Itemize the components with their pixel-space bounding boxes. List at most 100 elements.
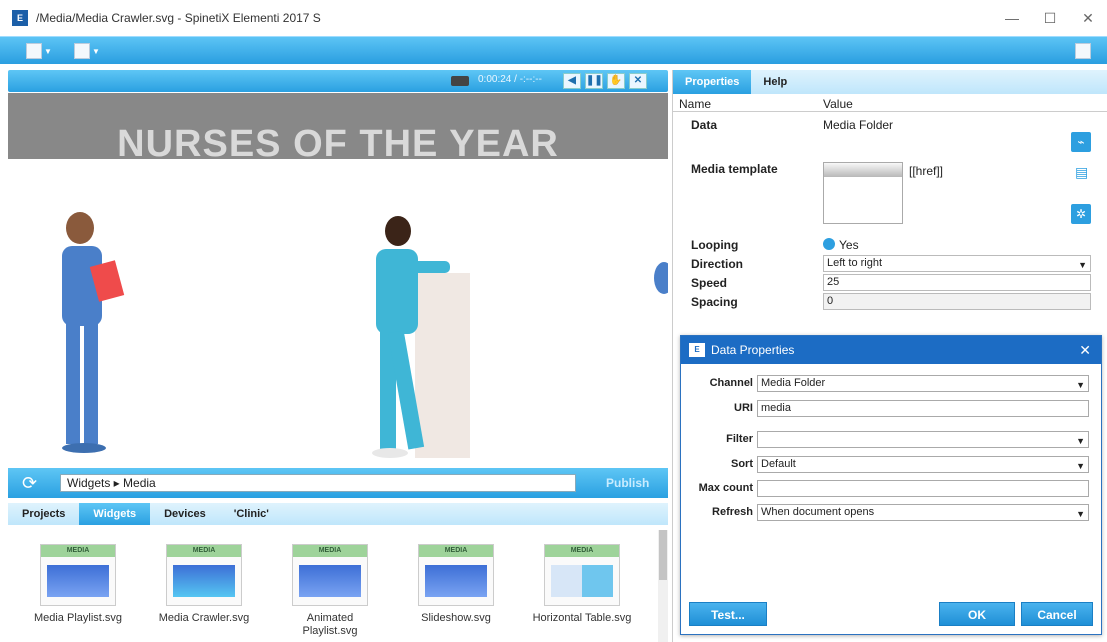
widget-scrollbar[interactable]: [658, 530, 668, 642]
sort-value: Default: [761, 458, 796, 470]
title-bar: E /Media/Media Crawler.svg - SpinetiX El…: [0, 0, 1107, 36]
tab-properties[interactable]: Properties: [673, 70, 752, 94]
looping-value: Yes: [839, 238, 859, 252]
filter-label: Filter: [726, 433, 753, 445]
volume-icon[interactable]: ◀: [563, 73, 581, 89]
media-badge: MEDIA: [41, 545, 115, 557]
document-icon: [1075, 43, 1091, 59]
widget-label: Horizontal Table.svg: [532, 612, 632, 624]
widget-thumbnail: MEDIA: [40, 544, 116, 606]
close-preview-icon[interactable]: ✕: [629, 73, 647, 89]
ok-button[interactable]: OK: [939, 602, 1015, 626]
template-value: [[href]]: [909, 164, 944, 178]
maxcount-input[interactable]: [757, 480, 1089, 497]
clipboard-icon[interactable]: ▤: [1075, 164, 1088, 180]
playback-time: 0:00:24 / -:--:--: [478, 74, 542, 85]
close-icon[interactable]: ✕: [1078, 8, 1098, 28]
test-button[interactable]: Test...: [689, 602, 767, 626]
uri-label: URI: [734, 402, 753, 414]
dialog-title-bar: E Data Properties: [681, 336, 1101, 364]
template-preview[interactable]: [823, 162, 903, 224]
pause-icon[interactable]: ❚❚: [585, 73, 603, 89]
widget-label: Animated Playlist.svg: [302, 612, 358, 637]
data-value: Media Folder: [823, 118, 894, 132]
menu-button[interactable]: ▼: [26, 40, 52, 62]
refresh-select[interactable]: When document opens ▼: [757, 504, 1089, 521]
preview-banner: NURSES OF THE YEAR: [8, 93, 668, 159]
direction-value: Left to right: [827, 257, 883, 269]
record-indicator-icon: [451, 76, 469, 86]
tab-help[interactable]: Help: [751, 70, 799, 94]
widget-label: Media Crawler.svg: [158, 612, 250, 624]
dialog-footer: Test... OK Cancel: [681, 598, 1101, 634]
cancel-button[interactable]: Cancel: [1021, 602, 1093, 626]
refresh-value: When document opens: [761, 506, 875, 518]
widget-thumbnail: MEDIA: [544, 544, 620, 606]
uri-input[interactable]: media: [757, 400, 1089, 417]
tab-clinic[interactable]: 'Clinic': [220, 503, 283, 525]
gear-icon[interactable]: ✲: [1071, 204, 1091, 224]
maxcount-label: Max count: [698, 482, 753, 494]
widget-item[interactable]: MEDIA Animated Playlist.svg: [270, 544, 390, 638]
speed-label: Speed: [691, 276, 728, 290]
sort-select[interactable]: Default ▼: [757, 456, 1089, 473]
preview-controls: 0:00:24 / -:--:-- ◀ ❚❚ ✋ ✕: [8, 70, 668, 92]
widget-item[interactable]: MEDIA Horizontal Table.svg: [522, 544, 642, 625]
looping-label: Looping: [691, 238, 739, 252]
path-input[interactable]: Widgets ▸ Media: [60, 474, 576, 492]
widget-item[interactable]: MEDIA Media Crawler.svg: [144, 544, 264, 625]
media-badge: MEDIA: [167, 545, 241, 557]
refresh-label: Refresh: [712, 506, 753, 518]
navigation-bar: ⟳ Widgets ▸ Media Publish: [8, 468, 668, 498]
nurse-center-image: [372, 216, 470, 458]
hand-tool-icon[interactable]: ✋: [607, 73, 625, 89]
refresh-icon[interactable]: ⟳: [22, 473, 44, 493]
spacing-field[interactable]: 0: [823, 293, 1091, 310]
publish-button[interactable]: Publish: [606, 476, 649, 490]
widget-thumbnail: MEDIA: [292, 544, 368, 606]
tab-projects[interactable]: Projects: [8, 503, 79, 525]
sort-label: Sort: [731, 458, 753, 470]
looping-radio-icon[interactable]: [823, 238, 835, 250]
chevron-down-icon: ▼: [1076, 380, 1085, 390]
scrollbar-thumb[interactable]: [659, 530, 667, 580]
spacing-label: Spacing: [691, 295, 738, 309]
widget-item[interactable]: MEDIA Slideshow.svg: [396, 544, 516, 625]
widget-list: MEDIA Media Playlist.svg MEDIA Media Cra…: [8, 530, 658, 642]
partial-figure-image: [654, 262, 668, 294]
document-settings-button[interactable]: [1075, 40, 1091, 62]
channel-select[interactable]: Media Folder ▼: [757, 375, 1089, 392]
library-tabs: Projects Widgets Devices 'Clinic': [8, 503, 668, 525]
data-properties-dialog: E Data Properties ✕ Channel Media Folder…: [680, 335, 1102, 635]
rss-icon[interactable]: ⌁: [1071, 132, 1091, 152]
speed-field[interactable]: 25: [823, 274, 1091, 291]
direction-select[interactable]: Left to right ▼: [823, 255, 1091, 272]
chevron-down-icon: ▼: [1076, 461, 1085, 471]
widget-label: Slideshow.svg: [421, 612, 491, 624]
widget-thumbnail: MEDIA: [166, 544, 242, 606]
window-title: /Media/Media Crawler.svg - SpinetiX Elem…: [36, 11, 321, 25]
template-label: Media template: [691, 162, 778, 176]
app-icon: E: [689, 343, 705, 357]
app-icon: E: [12, 10, 28, 26]
media-badge: MEDIA: [293, 545, 367, 557]
preview-canvas[interactable]: NURSES OF THE YEAR: [8, 93, 668, 466]
chevron-down-icon: ▼: [92, 46, 100, 56]
widget-thumbnail: MEDIA: [418, 544, 494, 606]
main-toolbar: ▼ ▼: [0, 36, 1107, 64]
tab-widgets[interactable]: Widgets: [79, 503, 151, 525]
maximize-icon[interactable]: ☐: [1040, 8, 1060, 28]
widget-item[interactable]: MEDIA Media Playlist.svg: [18, 544, 138, 625]
chevron-down-icon: ▼: [1078, 260, 1087, 270]
filter-select[interactable]: ▼: [757, 431, 1089, 448]
data-label: Data: [691, 118, 718, 132]
close-icon[interactable]: ✕: [1079, 342, 1091, 359]
chevron-down-icon: ▼: [1076, 509, 1085, 519]
dialog-title: Data Properties: [711, 343, 795, 357]
minimize-icon[interactable]: —: [1002, 8, 1022, 28]
menu-icon: [26, 43, 42, 59]
new-document-button[interactable]: ▼: [74, 40, 100, 62]
media-badge: MEDIA: [545, 545, 619, 557]
tab-devices[interactable]: Devices: [150, 503, 220, 525]
channel-label: Channel: [709, 377, 753, 389]
